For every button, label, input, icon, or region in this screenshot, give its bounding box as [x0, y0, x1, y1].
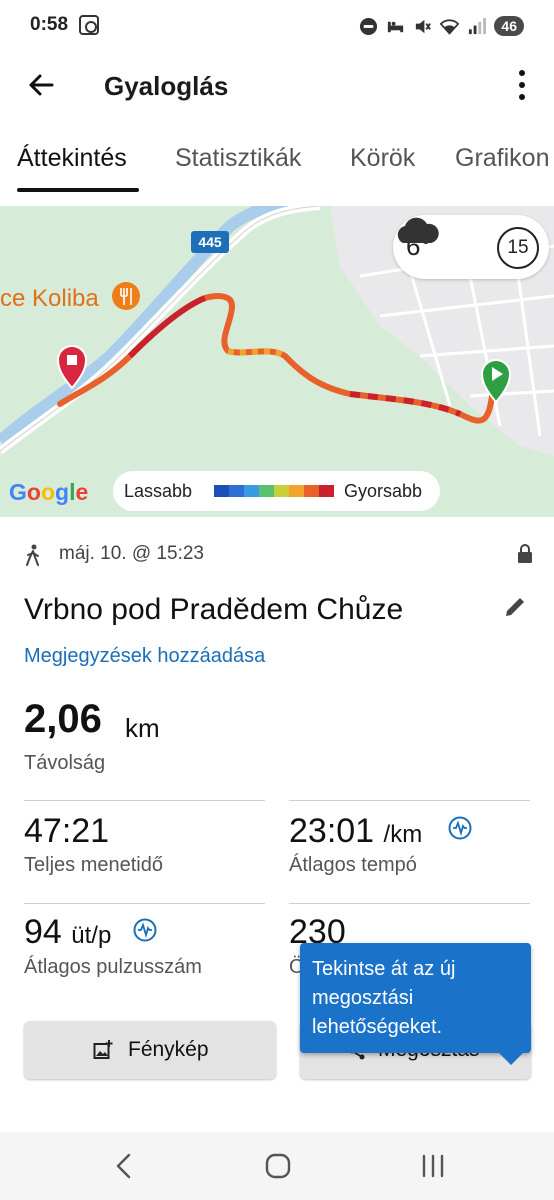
- cloud-icon: [397, 217, 439, 243]
- walking-icon: [26, 544, 39, 566]
- back-nav-icon[interactable]: [113, 1152, 135, 1180]
- total-time-label: Teljes menetidő: [24, 854, 163, 876]
- activity-date-row: máj. 10. @ 15:23: [24, 541, 534, 569]
- heart-rate-chart-icon[interactable]: [133, 918, 157, 942]
- active-tab-indicator: [17, 188, 139, 192]
- legend-color-bar: [214, 485, 334, 497]
- status-icons: 46: [359, 13, 524, 39]
- tab-laps[interactable]: Körök: [350, 144, 415, 173]
- tab-bar: Áttekintés Statisztikák Körök Grafikon: [0, 128, 554, 194]
- route-map[interactable]: 445 ce Koliba 6° 15 Google Lassabb Gyors…: [0, 206, 554, 517]
- divider: [24, 903, 265, 904]
- divider: [24, 800, 265, 801]
- app-bar: Gyaloglás: [0, 52, 554, 118]
- distance-unit: km: [125, 713, 160, 743]
- google-logo: Google: [9, 479, 89, 505]
- restaurant-icon: [112, 282, 140, 310]
- legend-color-segment: [229, 485, 244, 497]
- tab-statistics[interactable]: Statisztikák: [175, 144, 301, 173]
- activity-date: máj. 10. @ 15:23: [59, 543, 204, 564]
- road-number: 445: [198, 234, 222, 250]
- poi-label: ce Koliba: [0, 285, 99, 312]
- arrow-left-icon[interactable]: [22, 65, 62, 105]
- pace-legend: Lassabb Gyorsabb: [113, 471, 440, 511]
- wind-speed: 15: [497, 227, 539, 269]
- page-title: Gyaloglás: [104, 71, 229, 101]
- legend-color-segment: [304, 485, 319, 497]
- system-nav-bar: [0, 1132, 554, 1200]
- mute-icon: [416, 19, 432, 33]
- total-time-value: 47:21: [24, 812, 110, 850]
- status-time: 0:58: [30, 14, 69, 35]
- avg-pace-value: 23:01 /km: [289, 812, 423, 850]
- more-vertical-icon[interactable]: [510, 65, 534, 105]
- share-tooltip[interactable]: Tekintse át az új megosztási lehetőségek…: [300, 943, 531, 1053]
- legend-color-segment: [244, 485, 259, 497]
- activity-name: Vrbno pod Pradědem Chůze: [24, 593, 404, 626]
- pencil-icon[interactable]: [503, 593, 529, 619]
- sleep-mode-icon: [388, 21, 404, 32]
- add-notes-link[interactable]: Megjegyzések hozzáadása: [24, 645, 265, 668]
- do-not-disturb-icon: [360, 17, 378, 35]
- add-photo-icon: [93, 1040, 113, 1059]
- legend-color-segment: [274, 485, 289, 497]
- screenshot-icon: [79, 15, 99, 35]
- lock-icon[interactable]: [516, 543, 534, 565]
- legend-color-segment: [319, 485, 334, 497]
- avg-hr-value: 94 üt/p: [24, 913, 112, 951]
- avg-pace-label: Átlagos tempó: [289, 854, 417, 876]
- battery-badge: 46: [494, 16, 524, 36]
- legend-fast-label: Gyorsabb: [344, 481, 423, 501]
- avg-hr-label: Átlagos pulzusszám: [24, 956, 202, 978]
- pace-chart-icon[interactable]: [448, 816, 472, 840]
- tooltip-text: Tekintse át az új megosztási lehetőségek…: [312, 958, 456, 1038]
- divider: [289, 903, 530, 904]
- status-bar: 0:58 46: [0, 0, 554, 52]
- legend-color-segment: [289, 485, 304, 497]
- legend-slow-label: Lassabb: [124, 481, 193, 501]
- photo-button-label: Fénykép: [128, 1038, 209, 1061]
- tab-overview[interactable]: Áttekintés: [17, 144, 127, 173]
- tooltip-pointer: [498, 1052, 524, 1065]
- wifi-icon: [440, 18, 460, 35]
- divider: [289, 800, 530, 801]
- weather-badge: 6° 15: [393, 215, 549, 279]
- signal-icon: [469, 17, 487, 34]
- distance-label: Távolság: [24, 752, 106, 774]
- home-nav-icon[interactable]: [264, 1152, 292, 1180]
- legend-color-segment: [214, 485, 229, 497]
- recents-nav-icon[interactable]: [420, 1152, 446, 1180]
- distance-value: 2,06: [24, 697, 102, 741]
- tab-graph[interactable]: Grafikon: [455, 144, 549, 173]
- photo-button[interactable]: Fénykép: [24, 1021, 276, 1079]
- legend-color-segment: [259, 485, 274, 497]
